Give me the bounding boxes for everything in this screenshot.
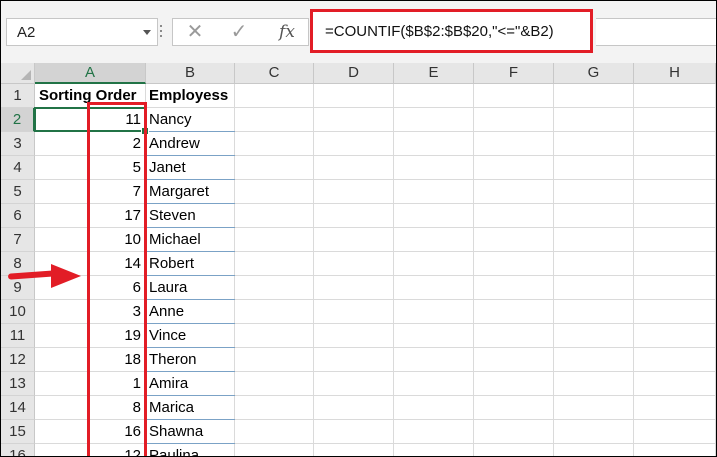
row-header-9[interactable]: 9 <box>1 276 35 300</box>
column-header-d[interactable]: D <box>314 63 394 84</box>
cell-employee-name[interactable]: Margaret <box>149 180 239 204</box>
column-header-h[interactable]: H <box>634 63 716 84</box>
cell-employee-name[interactable]: Michael <box>149 228 239 252</box>
check-icon[interactable]: ✓ <box>224 19 254 45</box>
gridline <box>313 84 314 456</box>
column-header-f[interactable]: F <box>474 63 554 84</box>
column-header-c[interactable]: C <box>235 63 314 84</box>
name-box[interactable]: A2 <box>6 18 158 46</box>
row-header-14[interactable]: 14 <box>1 396 35 420</box>
row-header-3[interactable]: 3 <box>1 132 35 156</box>
chevron-down-icon[interactable] <box>143 30 151 35</box>
row-header-13[interactable]: 13 <box>1 372 35 396</box>
insert-function-icon[interactable]: fx <box>272 19 302 45</box>
highlight-box-column-a <box>87 102 147 456</box>
row-header-6[interactable]: 6 <box>1 204 35 228</box>
cell-employee-name[interactable]: Laura <box>149 276 239 300</box>
arrow-right-icon <box>51 264 81 288</box>
cell-employee-name[interactable]: Janet <box>149 156 239 180</box>
cell-employee-name[interactable]: Andrew <box>149 132 239 156</box>
gridline <box>473 84 474 456</box>
cancel-icon[interactable]: ✕ <box>180 19 210 45</box>
cell-employee-name[interactable]: Robert <box>149 252 239 276</box>
row-header-11[interactable]: 11 <box>1 324 35 348</box>
select-all-triangle-icon <box>21 70 31 80</box>
row-header-5[interactable]: 5 <box>1 180 35 204</box>
row-header-4[interactable]: 4 <box>1 156 35 180</box>
cell-employee-name[interactable]: Nancy <box>149 108 239 132</box>
cell-employee-name[interactable]: Theron <box>149 348 239 372</box>
gridline <box>393 84 394 456</box>
cell-employee-name[interactable]: Amira <box>149 372 239 396</box>
column-header-e[interactable]: E <box>394 63 474 84</box>
cell-employee-name[interactable]: Shawna <box>149 420 239 444</box>
column-header-b[interactable]: B <box>146 63 235 84</box>
gridline <box>553 84 554 456</box>
column-header-g[interactable]: G <box>554 63 634 84</box>
gridline <box>633 84 634 456</box>
formula-input-area[interactable] <box>596 18 716 46</box>
row-header-1[interactable]: 1 <box>1 84 35 108</box>
column-header-a[interactable]: A <box>35 63 146 84</box>
cell-employee-name[interactable]: Vince <box>149 324 239 348</box>
name-box-value: A2 <box>17 24 36 41</box>
formula-bar: A2 ✕ ✓ fx =COUNTIF($B$2:$B$20,"<="&B2) <box>1 1 716 63</box>
row-header-16[interactable]: 16 <box>1 444 35 456</box>
cell-employee-name[interactable]: Anne <box>149 300 239 324</box>
select-all-button[interactable] <box>1 63 35 84</box>
cell-employee-name[interactable]: Steven <box>149 204 239 228</box>
row-header-10[interactable]: 10 <box>1 300 35 324</box>
row-header-2[interactable]: 2 <box>1 108 35 132</box>
cell-employee-name[interactable]: Paulina <box>149 444 239 456</box>
splitter-handle[interactable] <box>160 25 163 41</box>
formula-input[interactable]: =COUNTIF($B$2:$B$20,"<="&B2) <box>310 9 593 53</box>
formula-text: =COUNTIF($B$2:$B$20,"<="&B2) <box>325 23 554 40</box>
cell-employee-name[interactable]: Marica <box>149 396 239 420</box>
formula-buttons: ✕ ✓ fx <box>172 18 309 46</box>
row-header-7[interactable]: 7 <box>1 228 35 252</box>
gridline <box>715 84 716 456</box>
cell-b1-header[interactable]: Employess <box>149 84 249 108</box>
row-header-12[interactable]: 12 <box>1 348 35 372</box>
excel-window: A2 ✕ ✓ fx =COUNTIF($B$2:$B$20,"<="&B2) A… <box>0 0 717 457</box>
row-header-15[interactable]: 15 <box>1 420 35 444</box>
